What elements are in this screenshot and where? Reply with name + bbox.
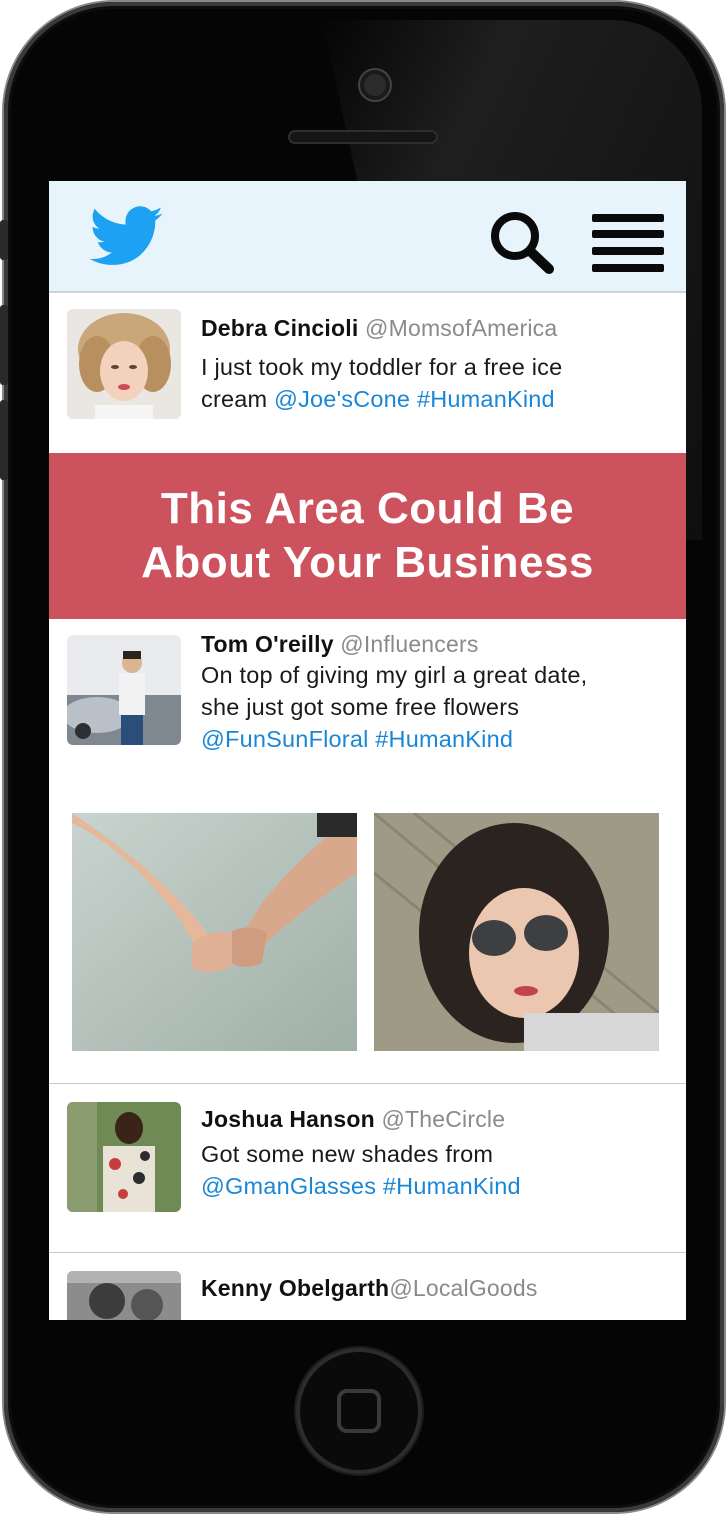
tweet-author-handle[interactable]: @TheCircle [381, 1106, 505, 1132]
tweet-body: I just took my toddler for a free ice cr… [201, 351, 671, 415]
tweet-hashtag-link[interactable]: #HumanKind [375, 726, 513, 752]
search-icon[interactable] [487, 209, 557, 275]
mute-switch [0, 220, 8, 260]
avatar[interactable] [67, 1102, 181, 1212]
tweet-mention-link[interactable]: @FunSunFloral [201, 726, 369, 752]
volume-down-button [0, 400, 8, 480]
promo-headline-line: This Area Could Be [160, 484, 575, 533]
tweet-text-line: I just took my toddler for a free ice [201, 354, 563, 380]
tweet-hashtag-link[interactable]: #HumanKind [383, 1173, 521, 1199]
tweet-text-line: she just got some free flowers [201, 694, 520, 720]
tweet-author-name[interactable]: Joshua Hanson [201, 1106, 375, 1132]
avatar[interactable] [67, 309, 181, 419]
tweet-header: Tom O'reilly @Influencers [201, 629, 479, 659]
tweet-author-name[interactable]: Debra Cincioli [201, 315, 358, 341]
tweet-item[interactable]: Kenny Obelgarth@LocalGoods [49, 1253, 686, 1320]
volume-up-button [0, 305, 8, 385]
tweet-author-handle[interactable]: @LocalGoods [389, 1275, 537, 1301]
tweet-header: Kenny Obelgarth@LocalGoods [201, 1273, 538, 1303]
promo-banner[interactable]: This Area Could Be About Your Business [49, 453, 686, 619]
twitter-bird-icon[interactable] [89, 206, 165, 268]
app-header [49, 181, 686, 293]
tweet-mention-link[interactable]: @GmanGlasses [201, 1173, 376, 1199]
tweet-text-line: cream [201, 386, 275, 412]
tweet-text-line: On top of giving my girl a great date, [201, 662, 588, 688]
tweet-author-name[interactable]: Tom O'reilly [201, 631, 334, 657]
avatar[interactable] [67, 635, 181, 745]
earpiece-speaker [288, 130, 438, 144]
hamburger-menu-icon[interactable] [592, 214, 664, 272]
tweet-body: Got some new shades from @GmanGlasses #H… [201, 1138, 671, 1202]
tweet-body: On top of giving my girl a great date, s… [201, 659, 681, 755]
tweet-author-handle[interactable]: @Influencers [340, 631, 478, 657]
phone-screen: Debra Cincioli @MomsofAmerica I just too… [49, 181, 686, 1320]
tweet-header: Joshua Hanson @TheCircle [201, 1104, 505, 1134]
tweet-author-handle[interactable]: @MomsofAmerica [365, 315, 557, 341]
tweet-item[interactable]: Joshua Hanson @TheCircle Got some new sh… [49, 1084, 686, 1252]
promo-headline-line: About Your Business [141, 538, 594, 587]
tweet-mention-link[interactable]: @Joe'sCone [274, 386, 410, 412]
tweet-hashtag-link[interactable]: #HumanKind [417, 386, 555, 412]
avatar[interactable] [67, 1271, 181, 1320]
tweet-text-line: Got some new shades from [201, 1141, 494, 1167]
front-camera [360, 70, 390, 100]
tweet-photo-sunglasses-woman[interactable] [374, 813, 659, 1051]
tweet-photo-holding-hands[interactable] [72, 813, 357, 1051]
tweet-item[interactable]: Debra Cincioli @MomsofAmerica I just too… [49, 293, 686, 453]
tweet-author-name[interactable]: Kenny Obelgarth [201, 1275, 389, 1301]
home-button-icon [337, 1389, 381, 1433]
tweet-header: Debra Cincioli @MomsofAmerica [201, 313, 557, 343]
